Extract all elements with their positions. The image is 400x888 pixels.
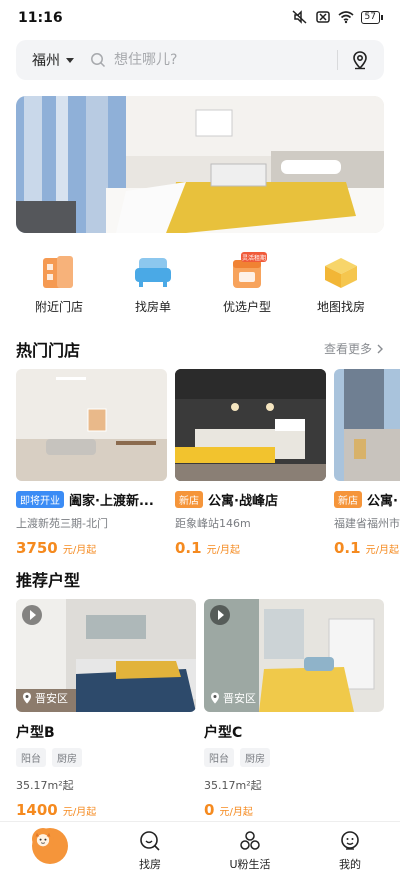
view-more-label: 查看更多 [323,342,372,356]
entry-label: 地图找房 [316,300,365,314]
entry-label: 找房单 [134,300,171,314]
feature-tag: 厨房 [52,748,82,767]
calendar-icon: 灵活租期 [233,252,267,288]
room-name: 户型C [204,725,243,741]
store-photo [175,369,326,481]
entry-find-list[interactable]: 找房单 [109,252,197,322]
district-name: 晋安区 [223,692,256,705]
store-address: 福建省福州市 [334,517,400,530]
status-badge: 即将开业 [16,491,64,508]
room-price: 1400 元/月起 [16,800,196,819]
room-name: 户型B [16,725,55,741]
hot-stores-list: 即将开业 阖家·上渡新... 上渡新苑三期-北门 3750 元/月起 新店 公寓… [16,369,400,559]
search-house-icon [140,831,160,851]
room-area: 35.17m²起 [204,779,262,792]
tab-label: 找房 [139,858,161,871]
view-more-link[interactable]: 查看更多 [324,340,384,357]
search-icon [91,53,106,68]
price-unit: 元/月起 [206,545,241,556]
price-value: 0.1 [175,539,202,557]
search-divider [337,50,338,70]
store-card[interactable]: 新店 公寓·战峰店 距象峰站146m 0.1 元/月起 [175,369,326,557]
store-address: 上渡新苑三期-北门 [16,517,108,530]
feature-tag: 阳台 [204,748,234,767]
store-address: 距象峰站146m [175,517,251,530]
sofa-icon [135,258,171,287]
store-photo [334,369,400,481]
store-photo [16,369,167,481]
status-badge: 新店 [175,491,203,508]
price-value: 0 [204,801,215,819]
status-badge: 新店 [334,491,362,508]
price-unit: 元/月起 [219,807,253,818]
feature-tag: 厨房 [240,748,270,767]
battery-icon: 57 [360,10,384,24]
status-icons: 57 [292,10,384,24]
promo-banner[interactable] [16,96,384,233]
entry-preferred-layout[interactable]: 灵活租期 优选户型 [203,252,291,322]
bottom-nav: 找房 U粉生活 我的 [0,821,400,888]
feature-tag: 阳台 [16,748,46,767]
location-pin-icon [23,692,31,704]
no-sim-icon [315,11,330,23]
location-pin-icon [211,692,219,704]
store-price: 3750 元/月起 [16,538,167,557]
search-bar: 福州 [16,40,384,80]
status-time: 11:16 [18,10,63,26]
tab-label: U粉生活 [229,858,271,871]
city-label: 福州 [32,53,60,69]
district-label: 晋安区 [22,690,68,706]
store-price: 0.1 元/月起 [334,538,400,557]
room-card[interactable]: 晋安区 户型C 阳台 厨房 35.17m²起 0 元/月起 [204,599,384,819]
entry-badge: 灵活租期 [242,254,266,262]
district-label: 晋安区 [210,690,256,706]
entry-map-search[interactable]: 地图找房 [297,252,385,322]
store-icon [43,256,73,288]
room-types-title: 推荐户型 [16,571,81,590]
tab-profile[interactable]: 我的 [300,822,400,888]
community-icon [240,831,260,850]
price-value: 1400 [16,801,58,819]
entry-nearby-stores[interactable]: 附近门店 [15,252,103,322]
store-card[interactable]: 即将开业 阖家·上渡新... 上渡新苑三期-北门 3750 元/月起 [16,369,167,557]
entry-label: 附近门店 [34,300,83,314]
tab-find-house[interactable]: 找房 [100,822,200,888]
price-unit: 元/月起 [62,545,97,556]
location-icon[interactable] [350,50,370,70]
store-price: 0.1 元/月起 [175,538,326,557]
chevron-right-icon [377,344,383,353]
room-price: 0 元/月起 [204,800,384,819]
search-input[interactable] [114,52,314,68]
city-selector[interactable]: 福州 [32,50,74,70]
store-name: 公寓· [367,494,398,509]
play-video-icon[interactable] [22,605,42,625]
price-value: 3750 [16,539,58,557]
profile-icon [341,831,359,850]
room-card[interactable]: 晋安区 户型B 阳台 厨房 35.17m²起 1400 元/月起 [16,599,196,819]
store-name: 阖家·上渡新... [69,494,154,509]
store-name: 公寓·战峰店 [208,494,278,509]
tab-community[interactable]: U粉生活 [200,822,300,888]
price-value: 0.1 [334,539,361,557]
price-unit: 元/月起 [62,807,97,818]
wifi-icon [338,11,354,24]
quick-entries: 附近门店 找房单 灵活租期 优选户型 地图找房 [0,252,400,322]
tab-label: 我的 [339,858,361,871]
price-unit: 元/月起 [365,545,400,556]
play-video-icon[interactable] [210,605,230,625]
status-bar: 11:16 57 [0,0,400,36]
map-box-icon [325,258,357,288]
chevron-down-icon [66,57,74,63]
mute-icon [292,10,307,24]
bedroom-photo [16,96,384,233]
hot-stores-title: 热门门店 [16,341,81,360]
entry-label: 优选户型 [222,300,271,314]
room-area: 35.17m²起 [16,779,74,792]
mascot-icon [32,828,68,864]
store-card[interactable]: 新店 公寓· 福建省福州市 0.1 元/月起 [334,369,400,557]
tab-home[interactable] [0,822,100,888]
district-name: 晋安区 [35,692,68,705]
